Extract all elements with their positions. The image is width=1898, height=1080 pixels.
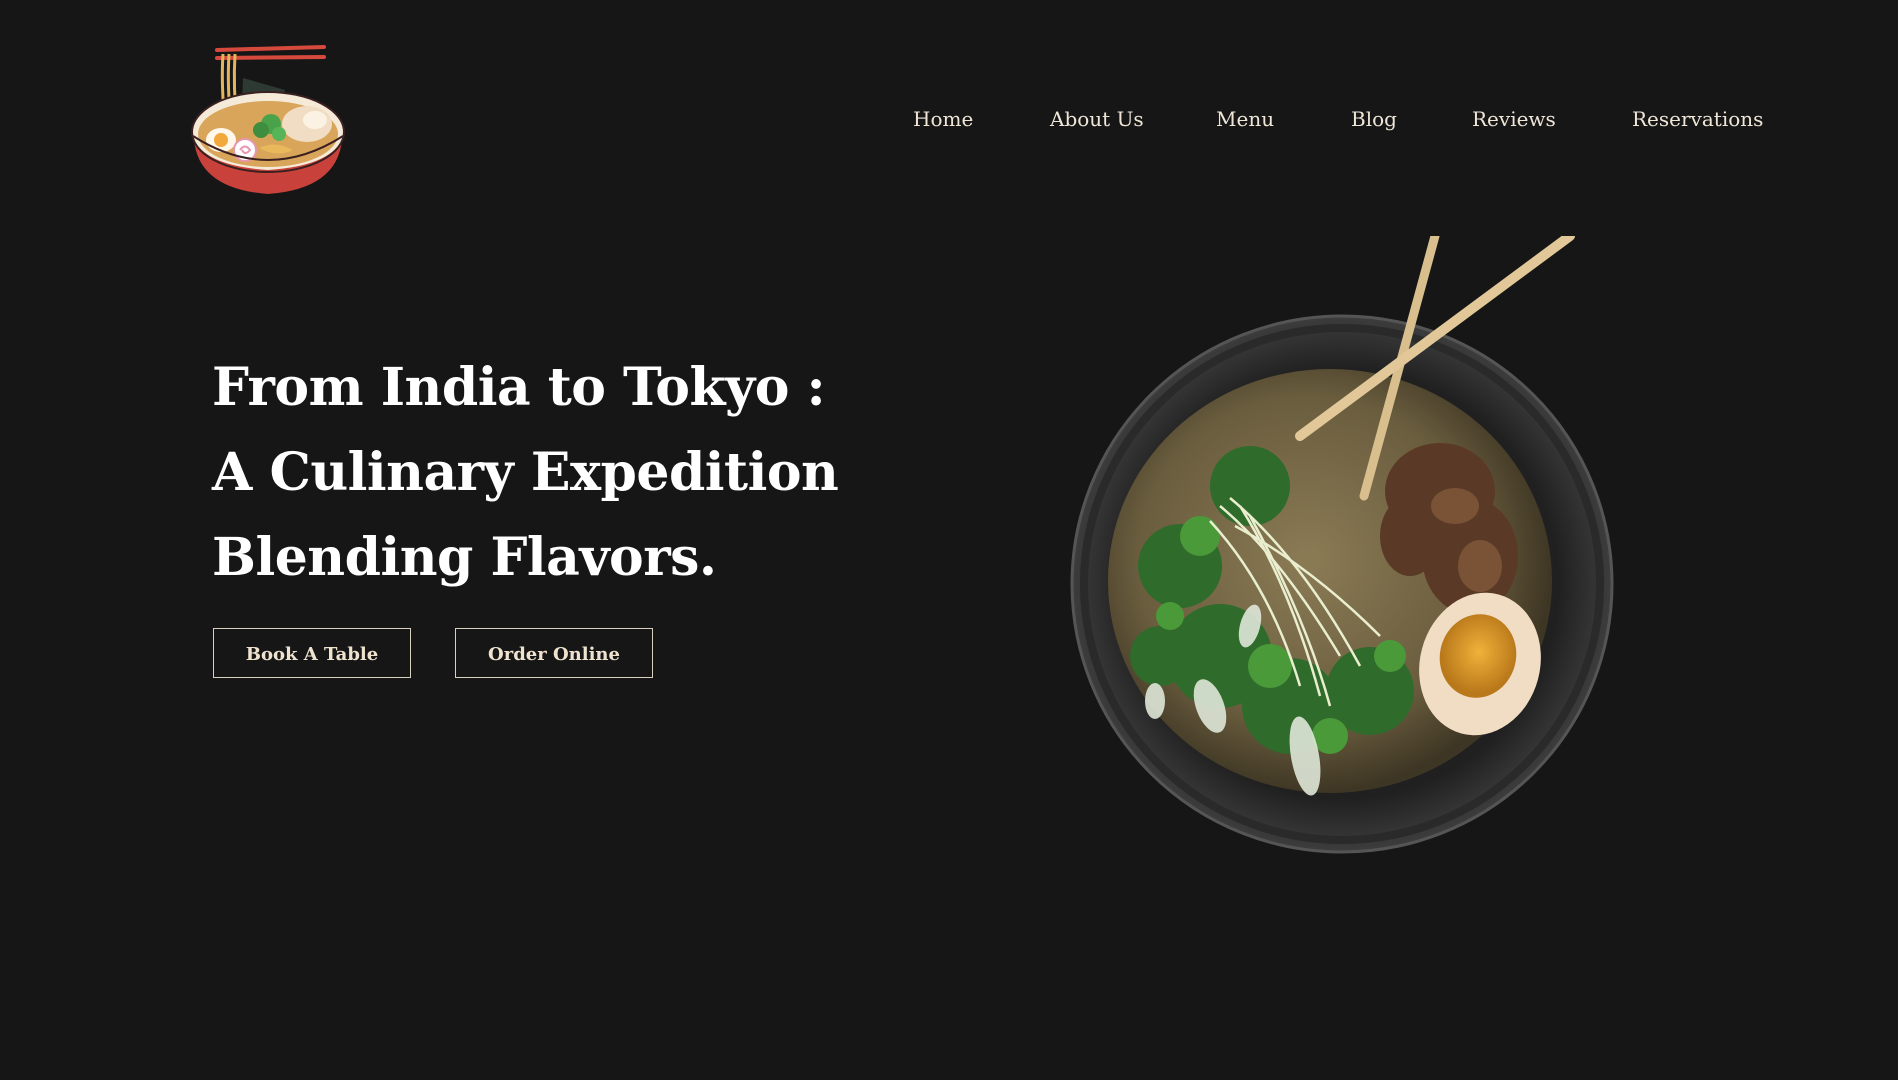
hero-title-line-1: From India to Tokyo : — [212, 357, 826, 418]
hero-title: From India to Tokyo : A Culinary Expedit… — [212, 345, 839, 600]
nav-item-about-us[interactable]: About Us — [1050, 104, 1144, 134]
hero-title-line-2: A Culinary Expedition — [212, 442, 839, 503]
hero-title-line-3: Blending Flavors. — [212, 527, 717, 588]
nav-item-blog[interactable]: Blog — [1351, 104, 1397, 134]
nav-item-reservations[interactable]: Reservations — [1632, 104, 1763, 134]
ramen-bowl-photo — [1070, 236, 1614, 854]
book-a-table-button[interactable]: Book A Table — [213, 628, 411, 678]
nav-item-home[interactable]: Home — [913, 104, 973, 134]
order-online-button[interactable]: Order Online — [455, 628, 653, 678]
nav-item-reviews[interactable]: Reviews — [1472, 104, 1556, 134]
nav-item-menu[interactable]: Menu — [1216, 104, 1274, 134]
main-nav: Home About Us Menu Blog Reviews Reservat… — [0, 104, 1898, 134]
